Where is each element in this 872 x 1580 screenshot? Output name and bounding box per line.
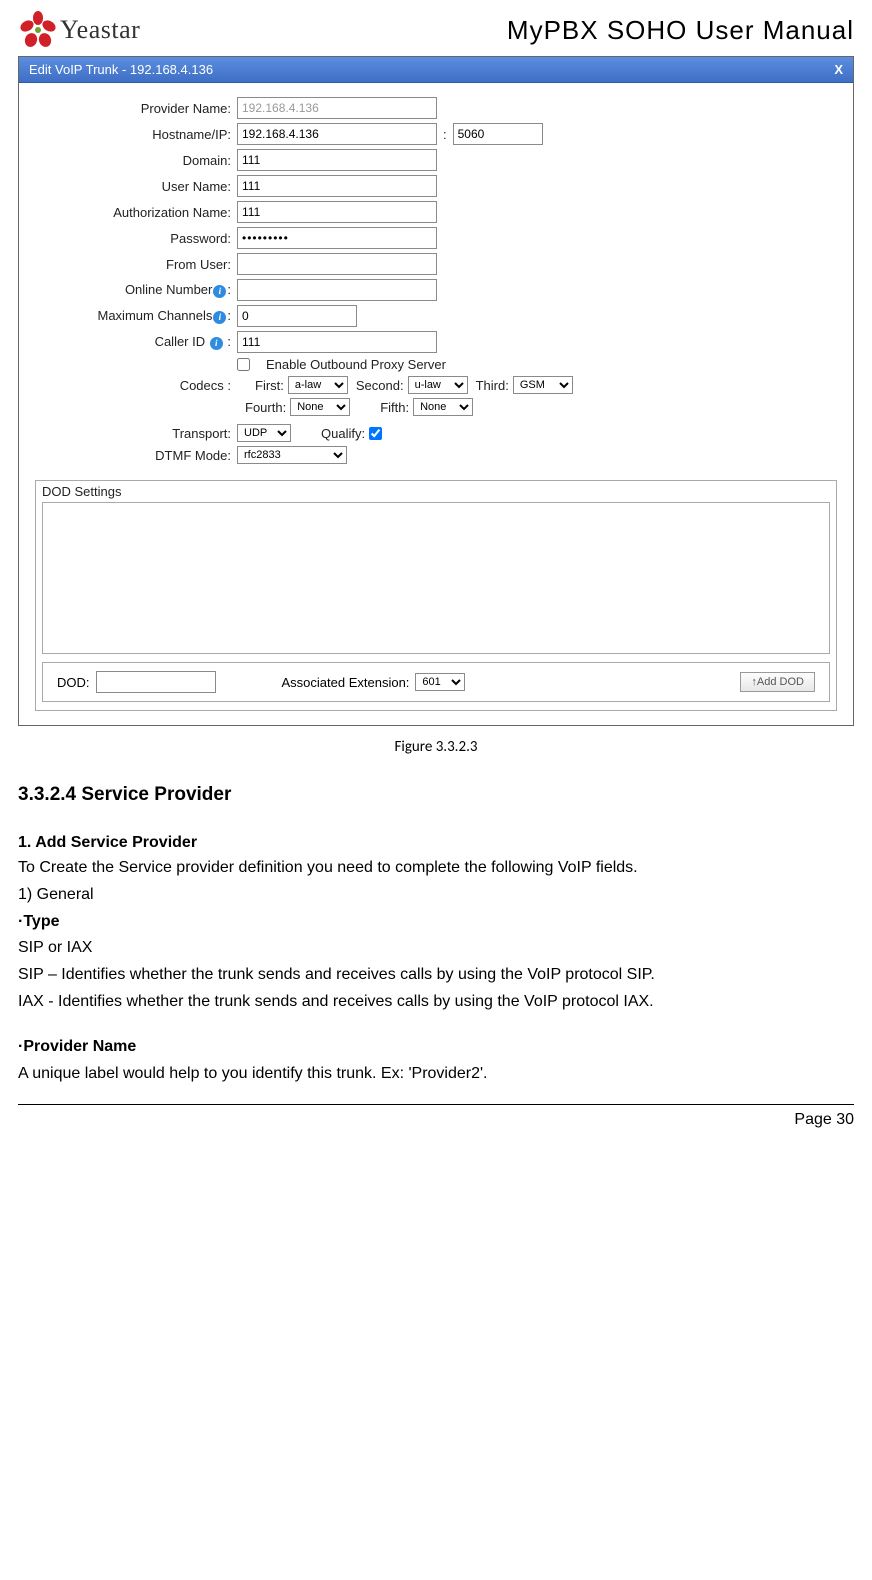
- codec-fourth-select[interactable]: None: [290, 398, 350, 416]
- info-icon[interactable]: i: [213, 285, 226, 298]
- authname-input[interactable]: [237, 201, 437, 223]
- footer-rule: [18, 1104, 854, 1105]
- brand-name: Yeastar: [60, 15, 140, 45]
- page-number: Page 30: [18, 1111, 854, 1129]
- max-channels-input[interactable]: [237, 305, 357, 327]
- label-online-number: Online Number: [125, 282, 212, 297]
- add-dod-button[interactable]: ↑Add DOD: [740, 672, 815, 692]
- section-heading: 3.3.2.4 Service Provider: [18, 784, 854, 806]
- caller-id-input[interactable]: [237, 331, 437, 353]
- label-provider-name: Provider Name:: [31, 101, 237, 116]
- label-fourth: Fourth:: [245, 400, 286, 415]
- label-fromuser: From User:: [31, 257, 237, 272]
- body-paragraph: SIP or IAX: [18, 936, 854, 961]
- dod-settings-legend: DOD Settings: [36, 481, 836, 502]
- label-fifth: Fifth:: [380, 400, 409, 415]
- codec-fifth-select[interactable]: None: [413, 398, 473, 416]
- port-input[interactable]: [453, 123, 543, 145]
- info-icon[interactable]: i: [213, 311, 226, 324]
- label-dtmf: DTMF Mode:: [31, 448, 237, 463]
- body-paragraph: To Create the Service provider definitio…: [18, 856, 854, 881]
- qualify-checkbox[interactable]: [369, 427, 382, 440]
- domain-input[interactable]: [237, 149, 437, 171]
- label-codecs: Codecs :: [31, 378, 237, 393]
- label-hostname: Hostname/IP:: [31, 127, 237, 142]
- close-icon[interactable]: X: [834, 62, 843, 77]
- body-paragraph: A unique label would help to you identif…: [18, 1062, 854, 1087]
- password-input[interactable]: [237, 227, 437, 249]
- codec-second-select[interactable]: u-law: [408, 376, 468, 394]
- flower-icon: [18, 10, 58, 50]
- label-dod: DOD:: [57, 675, 90, 690]
- dtmf-select[interactable]: rfc2833: [237, 446, 347, 464]
- term-type: ·Type: [18, 910, 854, 935]
- codec-third-select[interactable]: GSM: [513, 376, 573, 394]
- label-transport: Transport:: [31, 426, 237, 441]
- info-icon[interactable]: i: [210, 337, 223, 350]
- label-caller-id: Caller ID: [155, 334, 206, 349]
- dod-list-area: [42, 502, 830, 654]
- label-max-channels: Maximum Channels: [98, 308, 213, 323]
- label-enable-proxy: Enable Outbound Proxy Server: [266, 357, 446, 372]
- label-password: Password:: [31, 231, 237, 246]
- transport-select[interactable]: UDP: [237, 424, 291, 442]
- label-second: Second:: [356, 378, 404, 393]
- label-domain: Domain:: [31, 153, 237, 168]
- dialog-titlebar: Edit VoIP Trunk - 192.168.4.136 X: [19, 57, 853, 83]
- enable-proxy-checkbox[interactable]: [237, 358, 250, 371]
- username-input[interactable]: [237, 175, 437, 197]
- label-assoc-ext: Associated Extension:: [282, 675, 410, 690]
- body-paragraph: IAX - Identifies whether the trunk sends…: [18, 990, 854, 1015]
- label-username: User Name:: [31, 179, 237, 194]
- provider-name-input[interactable]: [237, 97, 437, 119]
- label-first: First:: [255, 378, 284, 393]
- label-qualify: Qualify:: [321, 426, 365, 441]
- codec-first-select[interactable]: a-law: [288, 376, 348, 394]
- brand-logo: Yeastar: [18, 10, 140, 50]
- hostname-input[interactable]: [237, 123, 437, 145]
- figure-caption: Figure 3.3.2.3: [18, 738, 854, 756]
- term-provider-name: ·Provider Name: [18, 1035, 854, 1060]
- subsection-heading: 1. Add Service Provider: [18, 834, 854, 852]
- body-paragraph: 1) General: [18, 883, 854, 908]
- fromuser-input[interactable]: [237, 253, 437, 275]
- document-title: MyPBX SOHO User Manual: [507, 15, 854, 46]
- label-third: Third:: [476, 378, 509, 393]
- edit-voip-trunk-dialog: Edit VoIP Trunk - 192.168.4.136 X Provid…: [18, 56, 854, 726]
- label-authname: Authorization Name:: [31, 205, 237, 220]
- dialog-title-text: Edit VoIP Trunk - 192.168.4.136: [29, 62, 213, 77]
- body-paragraph: SIP – Identifies whether the trunk sends…: [18, 963, 854, 988]
- online-number-input[interactable]: [237, 279, 437, 301]
- dod-settings-fieldset: DOD Settings DOD: Associated Extension: …: [35, 480, 837, 711]
- page-header: Yeastar MyPBX SOHO User Manual: [18, 10, 854, 50]
- assoc-ext-select[interactable]: 601: [415, 673, 465, 691]
- dod-input[interactable]: [96, 671, 216, 693]
